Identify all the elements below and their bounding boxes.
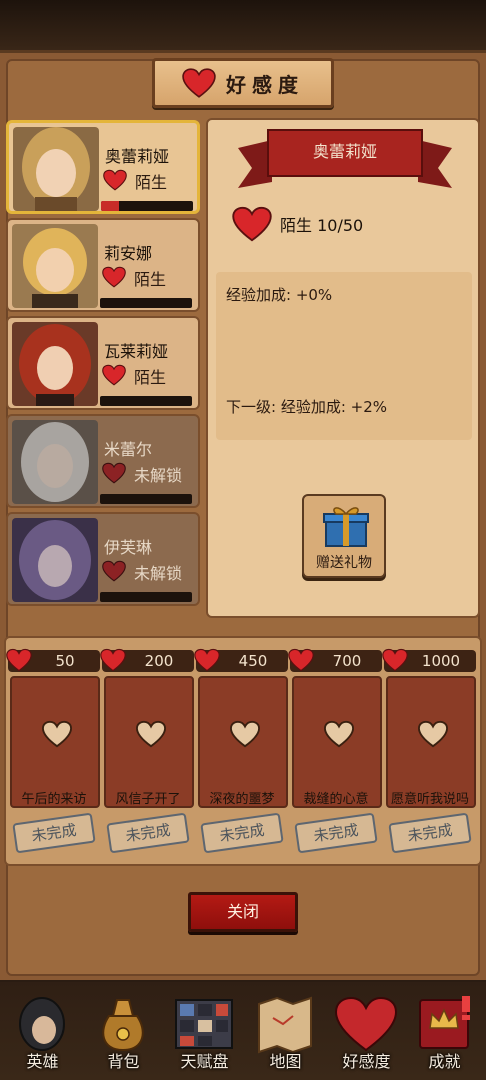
reward-item[interactable]: 200 风信子开了 未完成 [100, 646, 194, 862]
reward-item[interactable]: 50 午后的来访 未完成 [6, 646, 100, 862]
hero-list: 奥蕾莉娅 陌生 莉安娜 陌生 瓦莱莉娅 陌生 米蕾尔 未解锁 伊芙琳 未解锁 [6, 120, 200, 610]
heart-outline-icon [42, 720, 72, 748]
reward-name: 午后的来访 [21, 792, 87, 807]
hero-card-evelyn[interactable]: 伊芙琳 未解锁 [6, 512, 200, 606]
reward-status-stamp: 未完成 [106, 812, 190, 854]
nav-talent[interactable]: 天赋盘 [164, 982, 245, 1080]
title-plaque: 好感度 [152, 58, 334, 108]
talent-icon [175, 999, 233, 1049]
hero-name: 米蕾尔 [104, 440, 153, 459]
hero-status: 陌生 [135, 173, 168, 192]
reward-status-stamp: 未完成 [388, 812, 472, 854]
hero-status: 陌生 [134, 270, 167, 289]
heart-icon [288, 648, 314, 672]
reward-cost: 200 [100, 648, 194, 672]
heart-icon [232, 206, 272, 242]
reward-item[interactable]: 700 裁缝的心意 未完成 [288, 646, 382, 862]
heart-outline-icon [324, 720, 354, 748]
reward-name: 裁缝的心意 [303, 792, 369, 807]
bottom-nav: 英雄 背包 天赋盘 地图 好感度 成就 [0, 982, 486, 1080]
heart-icon [102, 462, 126, 484]
hero-detail-name: 奥蕾莉娅 [312, 142, 377, 161]
hero-portrait [12, 518, 98, 602]
hero-card-valeriya[interactable]: 瓦莱莉娅 陌生 [6, 316, 200, 410]
reward-cost: 1000 [382, 648, 476, 672]
heart-icon [6, 648, 32, 672]
nav-bag[interactable]: 背包 [83, 982, 164, 1080]
heart-icon [102, 364, 126, 386]
bag-icon [102, 999, 144, 1052]
heart-outline-icon [230, 720, 260, 748]
nav-heroes[interactable]: 英雄 [2, 982, 83, 1080]
reward-status-stamp: 未完成 [294, 812, 378, 854]
hero-icon [19, 997, 65, 1051]
hero-card-liana[interactable]: 莉安娜 陌生 [6, 218, 200, 312]
heart-icon [334, 996, 398, 1052]
hero-name: 莉安娜 [104, 244, 153, 263]
bonus-next: 下一级: 经验加成: +2% [226, 398, 388, 416]
reward-name: 愿意听我说吗 [390, 792, 469, 807]
reward-item[interactable]: 450 深夜的噩梦 未完成 [194, 646, 288, 862]
heart-icon [182, 68, 216, 98]
send-gift-label: 赠送礼物 [316, 555, 372, 571]
affection-rewards: 50 午后的来访 未完成 200 风信子开了 未完成 450 深夜的噩梦 未完成 [4, 636, 482, 866]
hero-portrait [12, 322, 98, 406]
achievement-icon [419, 996, 470, 1049]
bonus-current: 经验加成: +0% [226, 286, 333, 304]
bonus-box: 经验加成: +0% 下一级: 经验加成: +2% [216, 272, 472, 440]
affection-value: 陌生 10/50 [280, 216, 364, 235]
heart-icon [194, 648, 220, 672]
hero-status: 陌生 [134, 368, 167, 387]
heart-icon [382, 648, 408, 672]
map-icon [258, 996, 312, 1054]
heart-icon [103, 169, 127, 191]
hero-name: 伊芙琳 [104, 538, 153, 557]
reward-name: 风信子开了 [115, 792, 181, 807]
nav-map[interactable]: 地图 [245, 982, 326, 1080]
affection-bar-fill [101, 201, 120, 211]
affection-bar [100, 592, 192, 602]
close-button[interactable]: 关闭 [188, 892, 298, 932]
affection-bar [100, 298, 192, 308]
hero-portrait [13, 127, 99, 211]
reward-item[interactable]: 1000 愿意听我说吗 未完成 [382, 646, 476, 862]
heart-icon [102, 560, 126, 582]
nav-achievement[interactable]: 成就 [404, 982, 485, 1080]
hero-status: 未解锁 [134, 466, 183, 485]
nav-affection[interactable]: 好感度 [326, 982, 407, 1080]
reward-cost: 450 [194, 648, 288, 672]
reward-cost: 700 [288, 648, 382, 672]
hero-portrait [12, 224, 98, 308]
hero-card-mireille[interactable]: 米蕾尔 未解锁 [6, 414, 200, 508]
hero-detail-panel: 奥蕾莉娅 陌生 10/50 经验加成: +0% 下一级: 经验加成: +2% 赠… [206, 118, 480, 618]
heart-outline-icon [136, 720, 166, 748]
heart-outline-icon [418, 720, 448, 748]
hero-name: 奥蕾莉娅 [105, 147, 170, 166]
hero-name: 瓦莱莉娅 [104, 342, 169, 361]
reward-status-stamp: 未完成 [200, 812, 284, 854]
heart-icon [100, 648, 126, 672]
heart-icon [102, 266, 126, 288]
reward-name: 深夜的噩梦 [209, 792, 275, 807]
hero-portrait [12, 420, 98, 504]
affection-bar [100, 494, 192, 504]
send-gift-button[interactable]: 赠送礼物 [302, 494, 386, 578]
affection-bar [100, 396, 192, 406]
hero-status: 未解锁 [134, 564, 183, 583]
hero-card-aureliya[interactable]: 奥蕾莉娅 陌生 [6, 120, 200, 214]
top-bar [0, 0, 486, 52]
gift-icon [323, 507, 369, 547]
page-title: 好感度 [226, 72, 304, 97]
affection-bar [101, 201, 193, 211]
reward-status-stamp: 未完成 [12, 812, 96, 854]
reward-cost: 50 [6, 648, 100, 672]
